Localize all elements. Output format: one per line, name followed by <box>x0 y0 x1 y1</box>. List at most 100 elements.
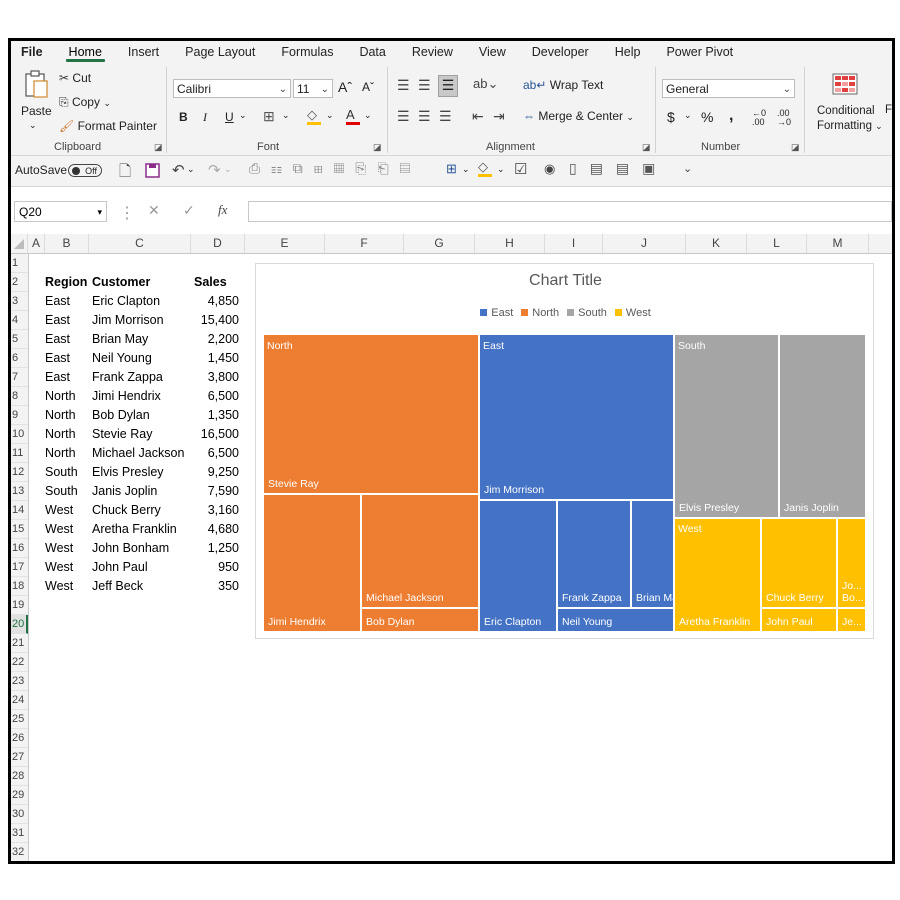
cell-region[interactable]: East <box>45 311 70 330</box>
align-right-icon[interactable]: ☰ <box>439 108 452 125</box>
cell-sales[interactable]: 4,680 <box>191 520 239 539</box>
font-color-icon[interactable]: A <box>346 107 360 125</box>
row-header[interactable]: 22 <box>11 653 28 672</box>
cancel-icon[interactable]: ✕ <box>148 202 160 219</box>
tab-view[interactable]: View <box>466 41 519 63</box>
column-header[interactable]: E <box>245 234 325 253</box>
legend-entry-east[interactable]: East <box>480 307 513 319</box>
chevron-down-icon[interactable]: ⌄ <box>224 164 232 175</box>
orientation-icon[interactable]: ab⌄ <box>473 76 498 92</box>
cell-customer[interactable]: Chuck Berry <box>92 501 161 520</box>
cell-region[interactable]: West <box>45 501 73 520</box>
chevron-down-icon[interactable]: ⌄ <box>462 164 470 175</box>
cell-sales[interactable]: 6,500 <box>191 444 239 463</box>
cell-sales[interactable]: 4,850 <box>191 292 239 311</box>
qat-tool-icons[interactable]: ⎙☷⧉⊞▦⎘⎗▤ <box>249 160 421 177</box>
row-header[interactable]: 17 <box>11 558 28 577</box>
cell-customer[interactable]: Neil Young <box>92 349 152 368</box>
header-cell-sales[interactable]: Sales <box>194 273 227 292</box>
increase-font-icon[interactable]: Aˆ <box>338 79 352 95</box>
legend-entry-west[interactable]: West <box>614 307 651 319</box>
treemap-tile[interactable]: Eric Clapton <box>479 500 557 632</box>
column-header[interactable]: I <box>545 234 603 253</box>
column-header[interactable]: H <box>475 234 545 253</box>
row-header[interactable]: 19 <box>11 596 28 615</box>
chevron-down-icon[interactable]: ⌄ <box>187 164 195 175</box>
treemap-tile[interactable]: Jimi Hendrix <box>263 494 361 632</box>
redo-icon[interactable]: ↷ <box>208 161 221 179</box>
chevron-down-icon[interactable]: ⌄ <box>29 120 37 131</box>
autosave-toggle[interactable]: Off <box>68 164 102 177</box>
dialog-launcher-icon[interactable]: ◪ <box>373 142 382 153</box>
cell-region[interactable]: West <box>45 577 73 596</box>
chevron-down-icon[interactable]: ⌄ <box>239 110 247 121</box>
treemap-tile[interactable]: Chuck Berry <box>761 518 837 608</box>
underline-button[interactable]: U <box>225 110 234 124</box>
header-cell-region[interactable]: Region <box>45 273 87 292</box>
cell-sales[interactable]: 3,800 <box>191 368 239 387</box>
cell-sales[interactable]: 9,250 <box>191 463 239 482</box>
customize-qat-icon[interactable]: ⌄ <box>683 162 692 175</box>
cell-customer[interactable]: Frank Zappa <box>92 368 163 387</box>
row-header[interactable]: 12 <box>11 463 28 482</box>
tab-file[interactable]: File <box>11 41 56 63</box>
row-header[interactable]: 10 <box>11 425 28 444</box>
column-header[interactable]: A <box>28 234 45 253</box>
cell-sales[interactable]: 950 <box>191 558 239 577</box>
cell-sales[interactable]: 6,500 <box>191 387 239 406</box>
cell-customer[interactable]: Stevie Ray <box>92 425 152 444</box>
align-bottom-icon[interactable]: ☰ <box>438 75 458 97</box>
column-header[interactable]: F <box>325 234 404 253</box>
font-name-dropdown[interactable]: Calibri ⌄ <box>173 79 291 98</box>
cell-sales[interactable]: 15,400 <box>191 311 239 330</box>
cell-customer[interactable]: Michael Jackson <box>92 444 184 463</box>
treemap-tile[interactable]: Frank Zappa <box>557 500 631 608</box>
conditional-formatting-icon[interactable] <box>832 73 858 95</box>
cell-customer[interactable]: Jimi Hendrix <box>92 387 161 406</box>
treemap-tile[interactable]: Michael Jackson <box>361 494 479 608</box>
italic-button[interactable]: I <box>203 110 207 125</box>
treemap-tile[interactable]: Neil Young <box>557 608 674 632</box>
decrease-font-icon[interactable]: Aˇ <box>362 80 374 94</box>
row-header[interactable]: 5 <box>11 330 28 349</box>
row-header[interactable]: 2 <box>11 273 28 292</box>
column-header[interactable]: B <box>45 234 89 253</box>
decrease-decimal-icon[interactable]: .00 →0 <box>777 109 791 127</box>
increase-decimal-icon[interactable]: ←0.00 <box>752 109 766 127</box>
number-format-dropdown[interactable]: General ⌄ <box>662 79 795 98</box>
cell-region[interactable]: North <box>45 387 76 406</box>
percent-button[interactable]: % <box>701 109 713 125</box>
treemap-tile[interactable]: Stevie Ray <box>263 334 479 494</box>
row-header[interactable]: 13 <box>11 482 28 501</box>
cell-region[interactable]: North <box>45 425 76 444</box>
row-header[interactable]: 26 <box>11 729 28 748</box>
row-header[interactable]: 4 <box>11 311 28 330</box>
undo-icon[interactable]: ↶ <box>172 161 185 179</box>
row-header[interactable]: 7 <box>11 368 28 387</box>
fill-color-icon[interactable]: ◇ <box>307 107 321 125</box>
cell-customer[interactable]: Jeff Beck <box>92 577 143 596</box>
format-as-table-button[interactable]: F <box>885 104 892 116</box>
row-header[interactable]: 32 <box>11 843 28 861</box>
dialog-launcher-icon[interactable]: ◪ <box>791 142 800 153</box>
treemap-tile[interactable]: Brian May <box>631 500 674 608</box>
row-header[interactable]: 31 <box>11 824 28 843</box>
treemap-tile[interactable]: Aretha Franklin <box>674 518 761 632</box>
treemap-tile[interactable]: John Paul <box>761 608 837 632</box>
chevron-down-icon[interactable]: ⌄ <box>364 110 372 121</box>
merge-center-button[interactable]: ⇔ Merge & Center ⌄ <box>523 109 634 123</box>
chart-title[interactable]: Chart Title <box>256 272 875 290</box>
tab-data[interactable]: Data <box>346 41 398 63</box>
row-header[interactable]: 15 <box>11 520 28 539</box>
row-header[interactable]: 18 <box>11 577 28 596</box>
treemap-tile[interactable]: Janis Joplin <box>779 334 866 518</box>
row-header[interactable]: 28 <box>11 767 28 786</box>
cell-customer[interactable]: Jim Morrison <box>92 311 164 330</box>
cell-customer[interactable]: Bob Dylan <box>92 406 150 425</box>
row-header[interactable]: 8 <box>11 387 28 406</box>
treemap-chart[interactable]: Chart Title East North South West Stevie Ra… <box>255 263 874 639</box>
column-header[interactable]: C <box>89 234 191 253</box>
column-header[interactable]: L <box>747 234 807 253</box>
cell-region[interactable]: East <box>45 292 70 311</box>
borders-icon[interactable]: ⊞ <box>263 108 275 125</box>
